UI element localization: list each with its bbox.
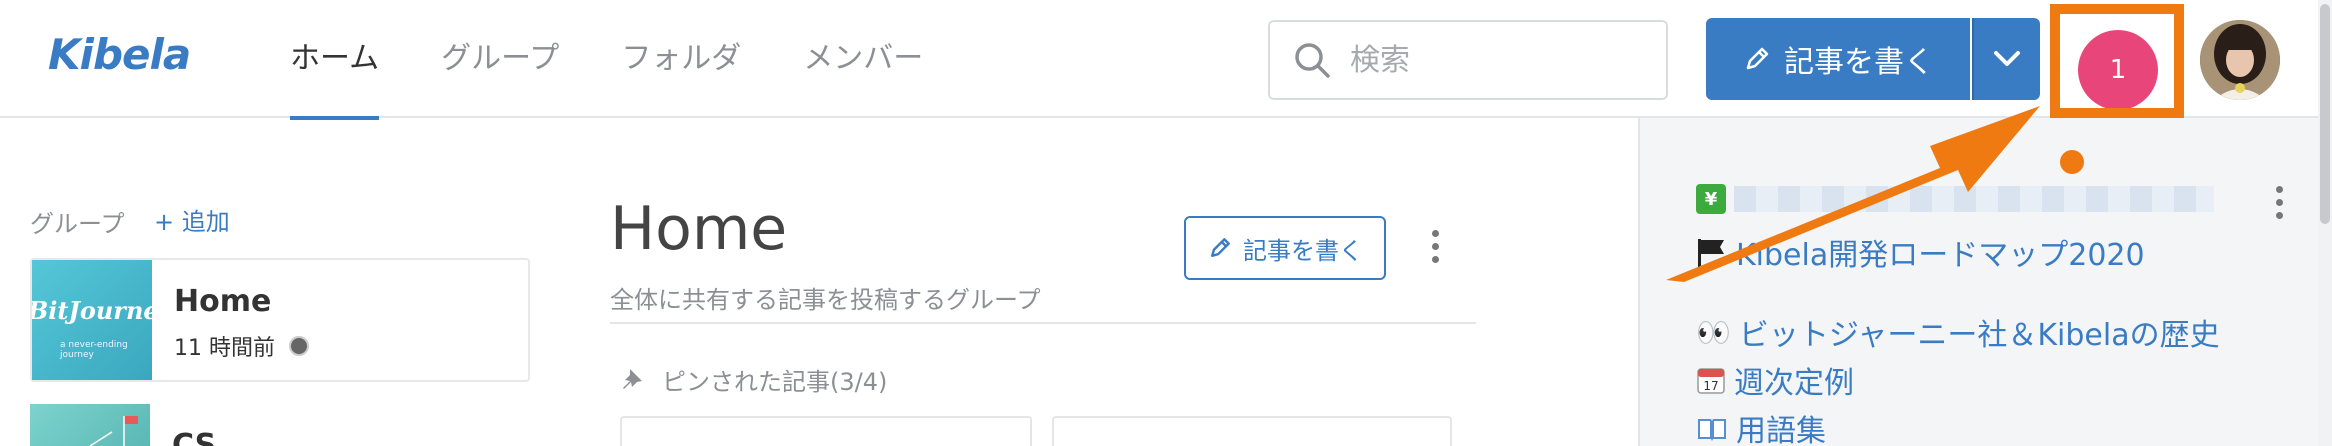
search-box[interactable] [1268,20,1668,100]
user-avatar[interactable] [2200,20,2280,100]
search-input[interactable] [1350,22,1650,98]
blurred-text [1734,186,2214,212]
eyes-icon: 👀 [1696,315,1731,349]
group-thumbnail-cs[interactable] [30,404,150,446]
right-panel-item[interactable]: ¥ [1696,184,2214,214]
cs-thumbnail-graphic [89,416,138,446]
pencil-icon [1210,238,1230,258]
roadmap-link: Kibela開発ロードマップ2020 [1736,238,2145,273]
nav-home[interactable]: ホーム [290,0,380,120]
search-icon [1295,43,1330,78]
pinned-heading: ピンされた記事(3/4) [620,362,887,397]
group-name-cs[interactable]: CS [172,428,216,446]
group-name: Home [174,284,272,319]
kibela-logo[interactable]: Kibela [48,30,191,79]
history-link: ビットジャーニー社＆Kibelaの歴史 [1738,318,2220,353]
pencil-icon [1746,47,1769,70]
title-divider [610,322,1476,324]
pin-icon [623,368,642,389]
pinned-label: ピンされた記事(3/4) [662,368,888,396]
write-article-label: 記事を書く [1784,45,1934,80]
main-nav: ホーム グループ フォルダ メンバー [290,0,985,120]
right-panel-item[interactable]: 用語集 [1696,406,1826,446]
pinned-article-card[interactable] [1052,416,1452,446]
groups-heading: グループ [30,210,125,238]
book-icon [1698,419,1726,441]
group-description: 全体に共有する記事を投稿するグループ [610,286,1041,314]
nav-folders[interactable]: フォルダ [621,0,741,118]
right-panel-item[interactable]: Kibela開発ロードマップ2020 [1696,230,2145,274]
svg-text:17: 17 [1703,379,1718,393]
updater-avatar [289,336,309,356]
group-thumbnail-text: BitJourney [32,296,152,325]
scrollbar-thumb[interactable] [2320,4,2330,224]
group-menu-kebab-icon[interactable] [1432,230,1440,263]
pinned-article-card[interactable] [620,416,1032,446]
glossary-link: 用語集 [1736,414,1826,446]
group-write-article-button[interactable]: 記事を書く [1184,216,1386,280]
right-panel-item[interactable]: 17 週次定例 [1696,358,1854,402]
group-updated-time: 11 時間前 [174,336,275,361]
group-thumbnail-subtext: a never-ending journey [60,340,128,360]
flag-icon [1698,239,1724,267]
group-card-home[interactable]: BitJourney a never-ending journey Home 1… [30,258,530,382]
yen-chart-icon: ¥ [1696,184,1726,214]
chevron-down-icon [1994,51,2020,66]
panel-menu-kebab-icon[interactable] [2276,186,2284,219]
group-meta: 11 時間前 [174,330,309,362]
calendar-icon: 17 [1697,368,1725,394]
write-article-button[interactable]: 記事を書く [1706,18,1970,100]
nav-members[interactable]: メンバー [803,0,923,118]
group-thumbnail: BitJourney a never-ending journey [32,260,152,380]
avatar-photo [2200,20,2280,100]
nav-groups[interactable]: グループ [441,0,559,118]
page-title: Home [610,194,788,264]
add-group-link[interactable]: + 追加 [154,202,230,237]
weekly-meeting-link: 週次定例 [1734,366,1854,401]
right-panel-item[interactable]: 👀 ビットジャーニー社＆Kibelaの歴史 [1696,310,2220,354]
annotation-highlight-box [2050,4,2184,118]
top-header: Kibela ホーム グループ フォルダ メンバー 記事を書く 1 [0,0,2332,120]
group-write-article-label: 記事を書く [1243,236,1363,265]
write-options-dropdown[interactable] [1972,18,2040,100]
